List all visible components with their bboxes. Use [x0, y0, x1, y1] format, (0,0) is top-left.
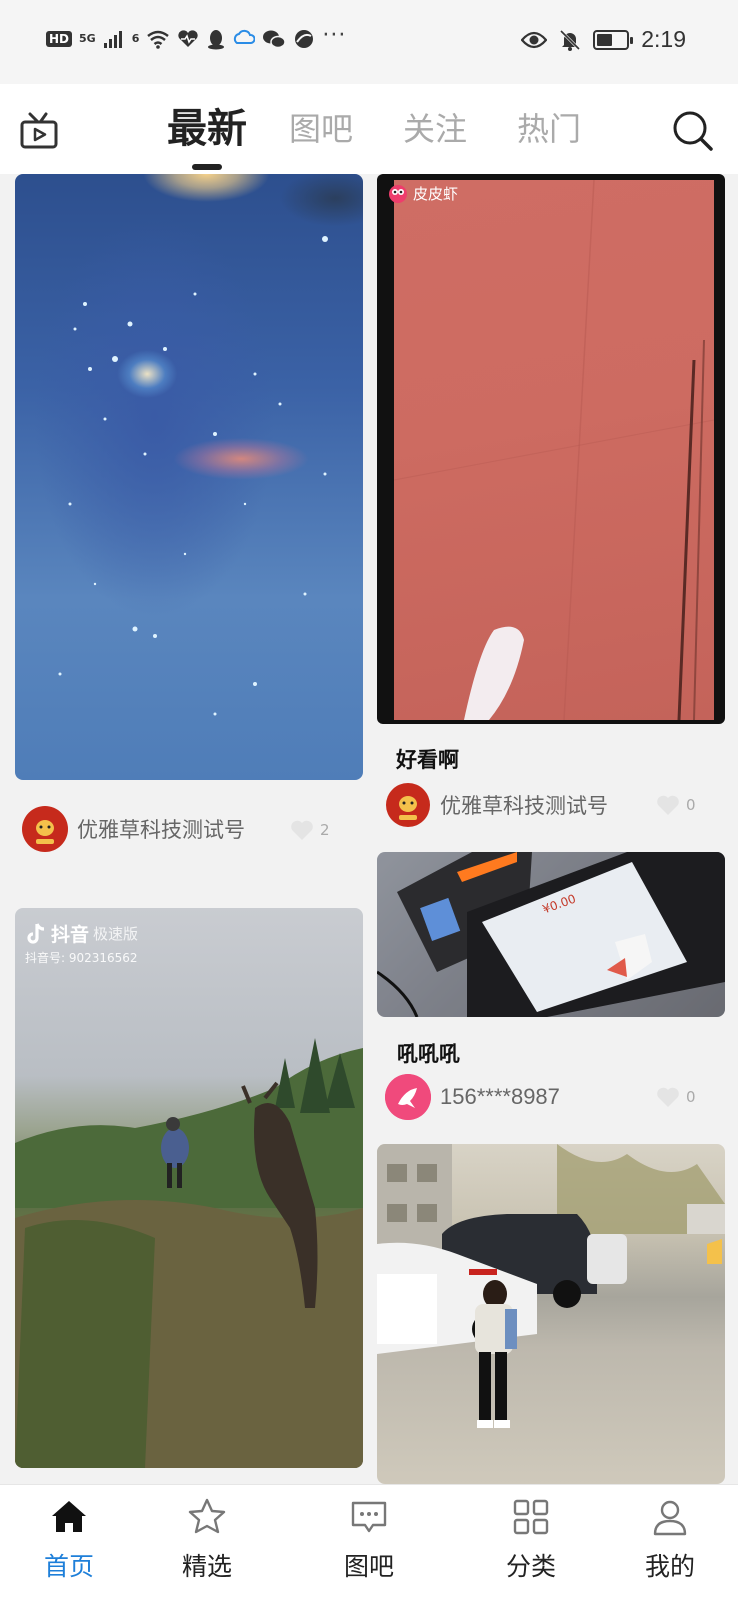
avatar [385, 782, 431, 828]
bottom-nav-home[interactable]: 首页 [29, 1497, 109, 1583]
post-image-pos-terminal[interactable]: ¥0.00 [377, 852, 725, 1017]
person-icon [653, 1500, 687, 1536]
wifi-sub: 6 [131, 32, 140, 45]
parking-scene-illustration [377, 1144, 725, 1428]
heart-icon [657, 1087, 679, 1107]
star-icon [188, 1498, 226, 1534]
bottom-nav-tuba[interactable]: 图吧 [329, 1497, 409, 1583]
mute-bell-icon [560, 29, 581, 51]
battery-icon [593, 29, 634, 50]
douyin-logo-icon [27, 922, 45, 944]
author-name: 优雅草科技测试号 [440, 795, 608, 818]
author-row[interactable]: 156****8987 [385, 1074, 560, 1120]
like-count-value: 2 [320, 821, 330, 839]
search-icon[interactable] [672, 110, 714, 152]
qq-icon [208, 30, 225, 50]
clock: 2:19 [641, 26, 686, 52]
star-field-illustration [58, 236, 328, 716]
tab-hot[interactable]: 热门 [492, 104, 606, 164]
avatar [385, 1074, 431, 1120]
post-image-parking-lot[interactable] [377, 1144, 725, 1484]
douyin-id: 抖音号: 902316562 [25, 951, 138, 965]
top-nav: 最新 图吧 关注 热门 [0, 84, 738, 174]
douyin-sub: 极速版 [93, 925, 139, 943]
wifi-icon [147, 30, 170, 49]
post-title[interactable]: 好看啊 [396, 744, 459, 774]
bottom-nav-mine[interactable]: 我的 [630, 1497, 710, 1583]
heart-icon [657, 795, 679, 815]
browser-icon [295, 30, 314, 48]
eye-icon [521, 31, 548, 48]
bottom-nav-category-label: 分类 [505, 1552, 556, 1581]
chat-bubble-icon [351, 1501, 387, 1533]
post-image-red-floor[interactable]: 皮皮虾 [377, 174, 725, 724]
network-type: 5G [79, 32, 96, 45]
tab-following-label: 关注 [402, 110, 467, 148]
bottom-nav: 首页 精选 图吧 分类 我的 [0, 1484, 738, 1600]
like-count[interactable]: 0 [656, 1086, 696, 1108]
grid-icon [513, 1499, 549, 1535]
like-count[interactable]: 2 [290, 819, 330, 841]
post-title[interactable]: 吼吼吼 [397, 1038, 460, 1068]
hd-badge: HD [46, 31, 73, 47]
tiger-avatar-icon [386, 783, 430, 827]
bottom-nav-mine-label: 我的 [644, 1552, 695, 1581]
active-tab-indicator [192, 164, 222, 170]
post-image-goat[interactable]: 抖音 极速版 抖音号: 902316562 [15, 908, 363, 1468]
goat-scene-illustration [15, 1038, 363, 1468]
tv-icon[interactable] [20, 112, 60, 150]
tab-latest-label: 最新 [167, 106, 247, 152]
message-cloud-icon [234, 29, 256, 44]
author-name: 优雅草科技测试号 [77, 819, 245, 842]
author-name: 156****8987 [440, 1084, 560, 1109]
status-bar: HD 5G 6 ··· 2:19 [0, 0, 738, 84]
like-count-value: 0 [686, 796, 696, 814]
douyin-brand: 抖音 [51, 924, 90, 946]
bottom-nav-featured-label: 精选 [181, 1552, 232, 1581]
battery-fill [597, 33, 613, 46]
post-image-space[interactable] [15, 174, 363, 780]
signal-icon [103, 31, 122, 48]
pipixia-logo-icon [389, 185, 407, 203]
author-row[interactable]: 优雅草科技测试号 [385, 782, 608, 828]
feed: 优雅草科技测试号 2 抖音 极速版 抖音号: 902316562 皮皮虾 好看啊… [0, 174, 738, 1484]
author-row[interactable]: 优雅草科技测试号 [22, 806, 245, 852]
like-count[interactable]: 0 [656, 794, 696, 816]
tab-tuba[interactable]: 图吧 [264, 104, 378, 164]
bottom-nav-home-label: 首页 [43, 1552, 94, 1581]
status-right-icons: 2:19 [521, 26, 686, 53]
bottom-nav-featured[interactable]: 精选 [167, 1497, 247, 1583]
pipixia-label: 皮皮虾 [413, 184, 459, 203]
tiger-avatar-icon [23, 807, 67, 851]
wechat-icon [263, 30, 287, 49]
floor-illustration [394, 180, 714, 720]
pipixia-watermark: 皮皮虾 [387, 182, 458, 204]
pos-terminal-illustration [377, 852, 725, 1017]
video-frame [394, 180, 714, 720]
douyin-watermark: 抖音 极速版 抖音号: 902316562 [25, 920, 138, 966]
tab-latest[interactable]: 最新 [150, 104, 264, 170]
health-icon [178, 30, 199, 47]
bottom-nav-tuba-label: 图吧 [343, 1552, 394, 1581]
tab-tuba-label: 图吧 [288, 110, 353, 148]
tab-hot-label: 热门 [516, 110, 581, 148]
tab-following[interactable]: 关注 [378, 104, 492, 164]
default-avatar-icon [385, 1074, 431, 1120]
tab-bar: 最新 图吧 关注 热门 [150, 104, 606, 170]
heart-icon [291, 820, 313, 840]
like-count-value: 0 [686, 1088, 696, 1106]
avatar [22, 806, 68, 852]
bottom-nav-category[interactable]: 分类 [491, 1497, 571, 1583]
status-left-icons: HD 5G 6 ··· [46, 23, 346, 50]
home-icon [52, 1501, 86, 1532]
more-notifications-icon: ··· [322, 22, 347, 48]
